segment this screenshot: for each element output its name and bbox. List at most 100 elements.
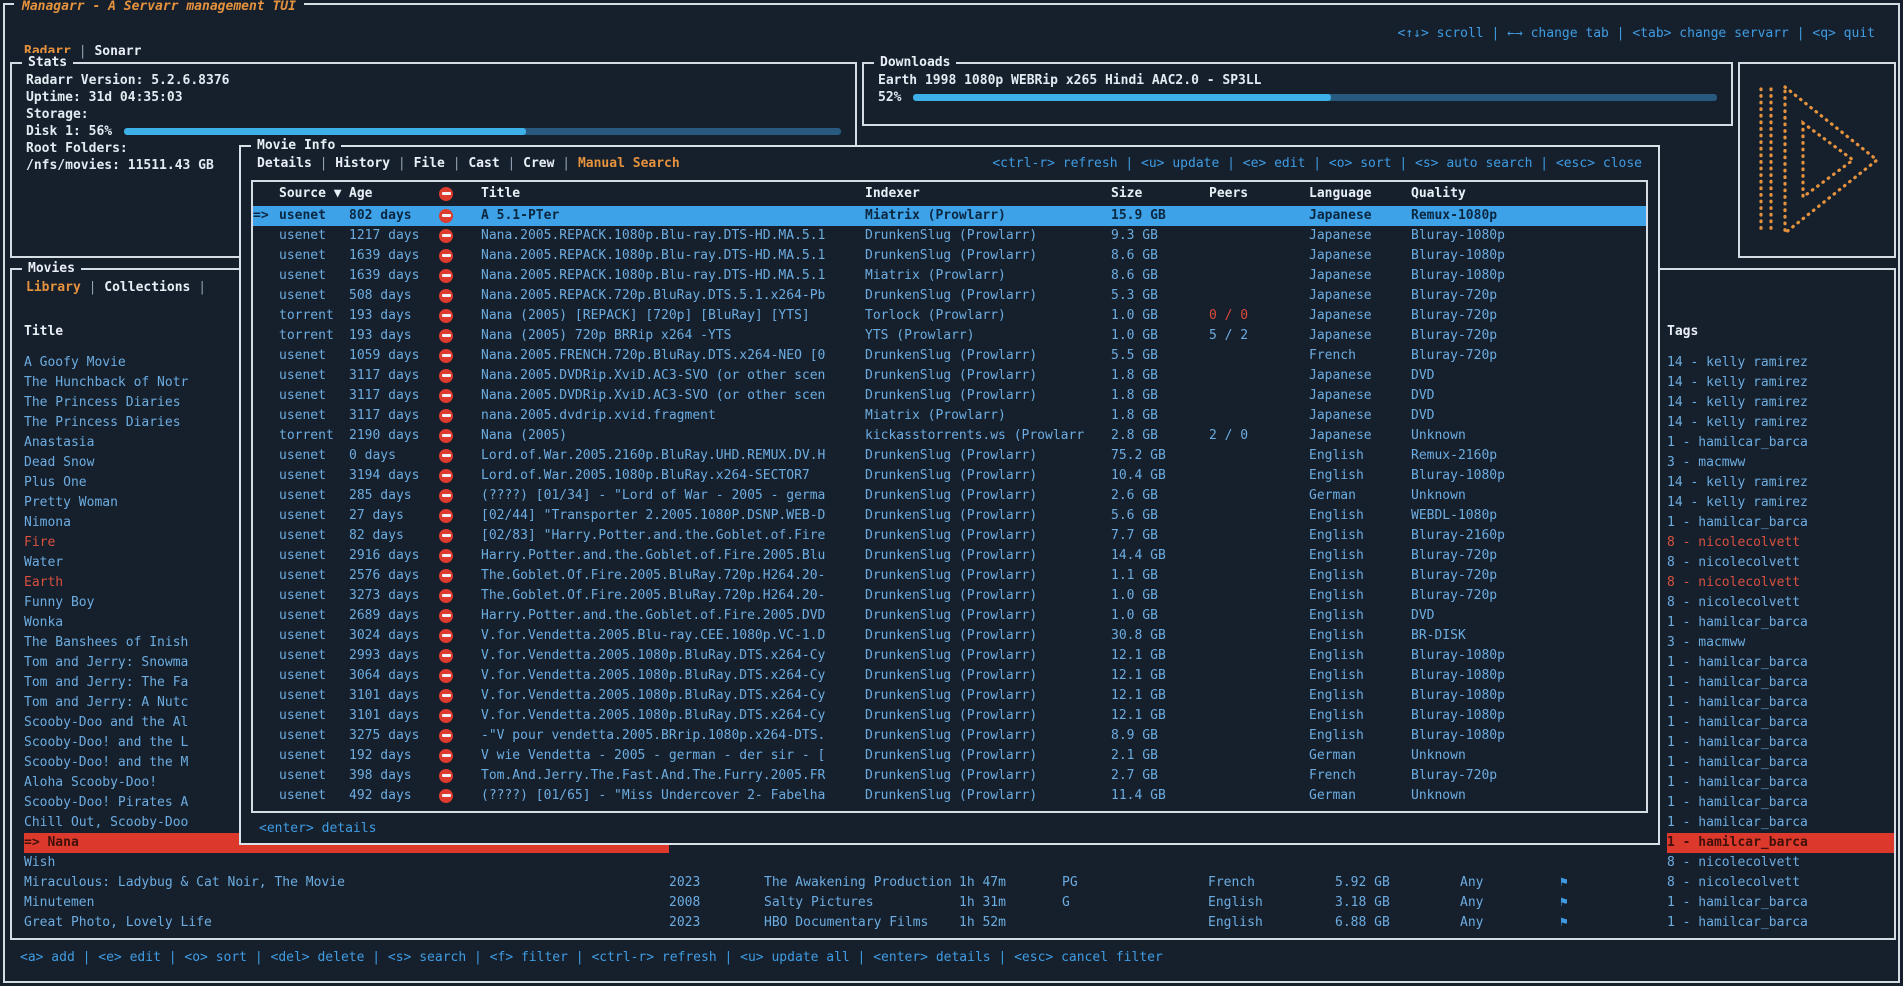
search-result-row[interactable]: usenet3275 days-"V pour vendetta.2005.BR… bbox=[253, 726, 1646, 746]
indexer-cell: DrunkenSlug (Prowlarr) bbox=[865, 486, 1111, 506]
language-cell: English bbox=[1309, 626, 1411, 646]
size-cell: 1.8 GB bbox=[1111, 386, 1209, 406]
no-entry-icon bbox=[439, 329, 453, 343]
search-result-row[interactable]: usenet3117 daysNana.2005.DVDRip.XviD.AC3… bbox=[253, 366, 1646, 386]
no-entry-icon bbox=[439, 769, 453, 783]
tags-cell: 1 - hamilcar_barca bbox=[1667, 813, 1894, 833]
no-entry-icon bbox=[439, 449, 453, 463]
search-result-row[interactable]: usenet398 daysTom.And.Jerry.The.Fast.And… bbox=[253, 766, 1646, 786]
search-result-row[interactable]: usenet1217 daysNana.2005.REPACK.1080p.Bl… bbox=[253, 226, 1646, 246]
size-cell: 2.1 GB bbox=[1111, 746, 1209, 766]
title-cell: [02/44] "Transporter 2.2005.1080P.DSNP.W… bbox=[481, 506, 865, 526]
source-cell: usenet bbox=[279, 266, 349, 286]
no-entry-icon bbox=[439, 229, 453, 243]
tab-sonarr[interactable]: Sonarr bbox=[94, 44, 141, 59]
search-result-row[interactable]: usenet2916 daysHarry.Potter.and.the.Gobl… bbox=[253, 546, 1646, 566]
language-cell: English bbox=[1309, 686, 1411, 706]
search-result-row[interactable]: usenet192 daysV wie Vendetta - 2005 - ge… bbox=[253, 746, 1646, 766]
movie-info-tab-file[interactable]: File bbox=[414, 156, 445, 171]
search-result-row[interactable]: =>usenet802 daysA 5.1-PTerMiatrix (Prowl… bbox=[253, 206, 1646, 226]
search-result-row[interactable]: torrent193 daysNana (2005) [REPACK] [720… bbox=[253, 306, 1646, 326]
age-cell: 2993 days bbox=[349, 646, 439, 666]
search-result-row[interactable]: usenet3101 daysV.for.Vendetta.2005.1080p… bbox=[253, 706, 1646, 726]
keybind-auto-search: <s> auto search bbox=[1415, 156, 1532, 171]
year-cell: 2008 bbox=[669, 893, 764, 913]
movie-info-tab-manual-search[interactable]: Manual Search bbox=[578, 156, 680, 171]
year-cell: 2023 bbox=[669, 913, 764, 933]
size-cell: 1.8 GB bbox=[1111, 406, 1209, 426]
search-result-row[interactable]: usenet3117 daysnana.2005.dvdrip.xvid.fra… bbox=[253, 406, 1646, 426]
no-entry-icon bbox=[439, 289, 453, 303]
download-percent-text: 52% bbox=[878, 89, 901, 106]
search-result-row[interactable]: usenet2576 daysThe.Goblet.Of.Fire.2005.B… bbox=[253, 566, 1646, 586]
title-cell: V wie Vendetta - 2005 - german - der sir… bbox=[481, 746, 865, 766]
movie-row[interactable]: Wish 8 - nicolecolvett bbox=[12, 853, 1894, 873]
title-cell: Nana.2005.REPACK.1080p.Blu-ray.DTS-HD.MA… bbox=[481, 226, 865, 246]
movie-info-tab-cast[interactable]: Cast bbox=[468, 156, 499, 171]
movies-tab-library[interactable]: Library bbox=[26, 280, 81, 295]
tags-cell: 14 - kelly ramirez bbox=[1667, 353, 1894, 373]
download-item-line: Earth 1998 1080p WEBRip x265 Hindi AAC2.… bbox=[878, 72, 1717, 89]
radarr-version-text: Radarr Version: 5.2.6.8376 bbox=[26, 72, 230, 89]
search-result-row[interactable]: usenet3024 daysV.for.Vendetta.2005.Blu-r… bbox=[253, 626, 1646, 646]
movie-info-tab-history[interactable]: History bbox=[335, 156, 390, 171]
movie-info-tab-details[interactable]: Details bbox=[257, 156, 312, 171]
separator: | bbox=[75, 950, 98, 965]
search-result-row[interactable]: usenet1059 daysNana.2005.FRENCH.720p.Blu… bbox=[253, 346, 1646, 366]
no-entry-icon bbox=[439, 569, 453, 583]
search-result-row[interactable]: usenet27 days[02/44] "Transporter 2.2005… bbox=[253, 506, 1646, 526]
keybind-delete: <del> delete bbox=[271, 950, 365, 965]
movies-tab-collections[interactable]: Collections bbox=[104, 280, 190, 295]
rejection-icon-cell bbox=[439, 206, 481, 226]
search-result-row[interactable]: torrent2190 daysNana (2005)kickasstorren… bbox=[253, 426, 1646, 446]
separator: | bbox=[364, 950, 387, 965]
keybind-scroll: <↑↓> scroll bbox=[1398, 26, 1484, 41]
search-result-row[interactable]: usenet492 days(????) [01/65] - "Miss Und… bbox=[253, 786, 1646, 806]
rejection-icon-cell bbox=[439, 426, 481, 446]
separator: | bbox=[466, 950, 489, 965]
search-result-row[interactable]: usenet1639 daysNana.2005.REPACK.1080p.Bl… bbox=[253, 246, 1646, 266]
search-result-row[interactable]: torrent193 daysNana (2005) 720p BRRip x2… bbox=[253, 326, 1646, 346]
source-cell: torrent bbox=[279, 326, 349, 346]
movie-info-tab-crew[interactable]: Crew bbox=[523, 156, 554, 171]
size-cell: 12.1 GB bbox=[1111, 646, 1209, 666]
search-result-row[interactable]: usenet3273 daysThe.Goblet.Of.Fire.2005.B… bbox=[253, 586, 1646, 606]
age-cell: 3117 days bbox=[349, 366, 439, 386]
separator: | bbox=[717, 950, 740, 965]
no-entry-icon bbox=[439, 469, 453, 483]
search-result-row[interactable]: usenet82 days[02/83] "Harry.Potter.and.t… bbox=[253, 526, 1646, 546]
language-cell: English bbox=[1208, 913, 1335, 933]
movie-title-cell: Wish bbox=[24, 853, 669, 873]
no-entry-icon bbox=[439, 209, 453, 223]
source-cell: usenet bbox=[279, 526, 349, 546]
keybind-sort: <o> sort bbox=[184, 950, 247, 965]
tags-cell: 8 - nicolecolvett bbox=[1667, 853, 1894, 873]
quality-profile-cell: Any bbox=[1460, 873, 1560, 893]
runtime-cell: 1h 47m bbox=[959, 873, 1062, 893]
search-result-row[interactable]: usenet1639 daysNana.2005.REPACK.1080p.Bl… bbox=[253, 266, 1646, 286]
age-cell: 0 days bbox=[349, 446, 439, 466]
movie-row[interactable]: Great Photo, Lovely Life2023HBO Document… bbox=[12, 913, 1894, 933]
search-result-row[interactable]: usenet508 daysNana.2005.REPACK.720p.BluR… bbox=[253, 286, 1646, 306]
movie-row[interactable]: Minutemen2008Salty Pictures1h 31mGEnglis… bbox=[12, 893, 1894, 913]
search-result-row[interactable]: usenet2993 daysV.for.Vendetta.2005.1080p… bbox=[253, 646, 1646, 666]
rejection-icon-cell bbox=[439, 566, 481, 586]
source-cell: usenet bbox=[279, 366, 349, 386]
search-result-row[interactable]: usenet3117 daysNana.2005.DVDRip.XviD.AC3… bbox=[253, 386, 1646, 406]
indexer-cell: DrunkenSlug (Prowlarr) bbox=[865, 386, 1111, 406]
search-result-row[interactable]: usenet3101 daysV.for.Vendetta.2005.1080p… bbox=[253, 686, 1646, 706]
source-cell: torrent bbox=[279, 306, 349, 326]
search-result-row[interactable]: usenet3194 daysLord.of.War.2005.1080p.Bl… bbox=[253, 466, 1646, 486]
tags-cell: 8 - nicolecolvett bbox=[1667, 533, 1894, 553]
title-cell: A 5.1-PTer bbox=[481, 206, 865, 226]
search-result-row[interactable]: usenet3064 daysV.for.Vendetta.2005.1080p… bbox=[253, 666, 1646, 686]
movie-row[interactable]: Miraculous: Ladybug & Cat Noir, The Movi… bbox=[12, 873, 1894, 893]
keybind-details: <enter> details bbox=[873, 950, 990, 965]
tags-cell: 14 - kelly ramirez bbox=[1667, 373, 1894, 393]
separator: | bbox=[312, 156, 335, 171]
search-result-row[interactable]: usenet0 daysLord.of.War.2005.2160p.BluRa… bbox=[253, 446, 1646, 466]
quality-cell: Bluray-1080p bbox=[1411, 246, 1646, 266]
search-result-row[interactable]: usenet2689 daysHarry.Potter.and.the.Gobl… bbox=[253, 606, 1646, 626]
source-cell: usenet bbox=[279, 586, 349, 606]
search-result-row[interactable]: usenet285 days(????) [01/34] - "Lord of … bbox=[253, 486, 1646, 506]
